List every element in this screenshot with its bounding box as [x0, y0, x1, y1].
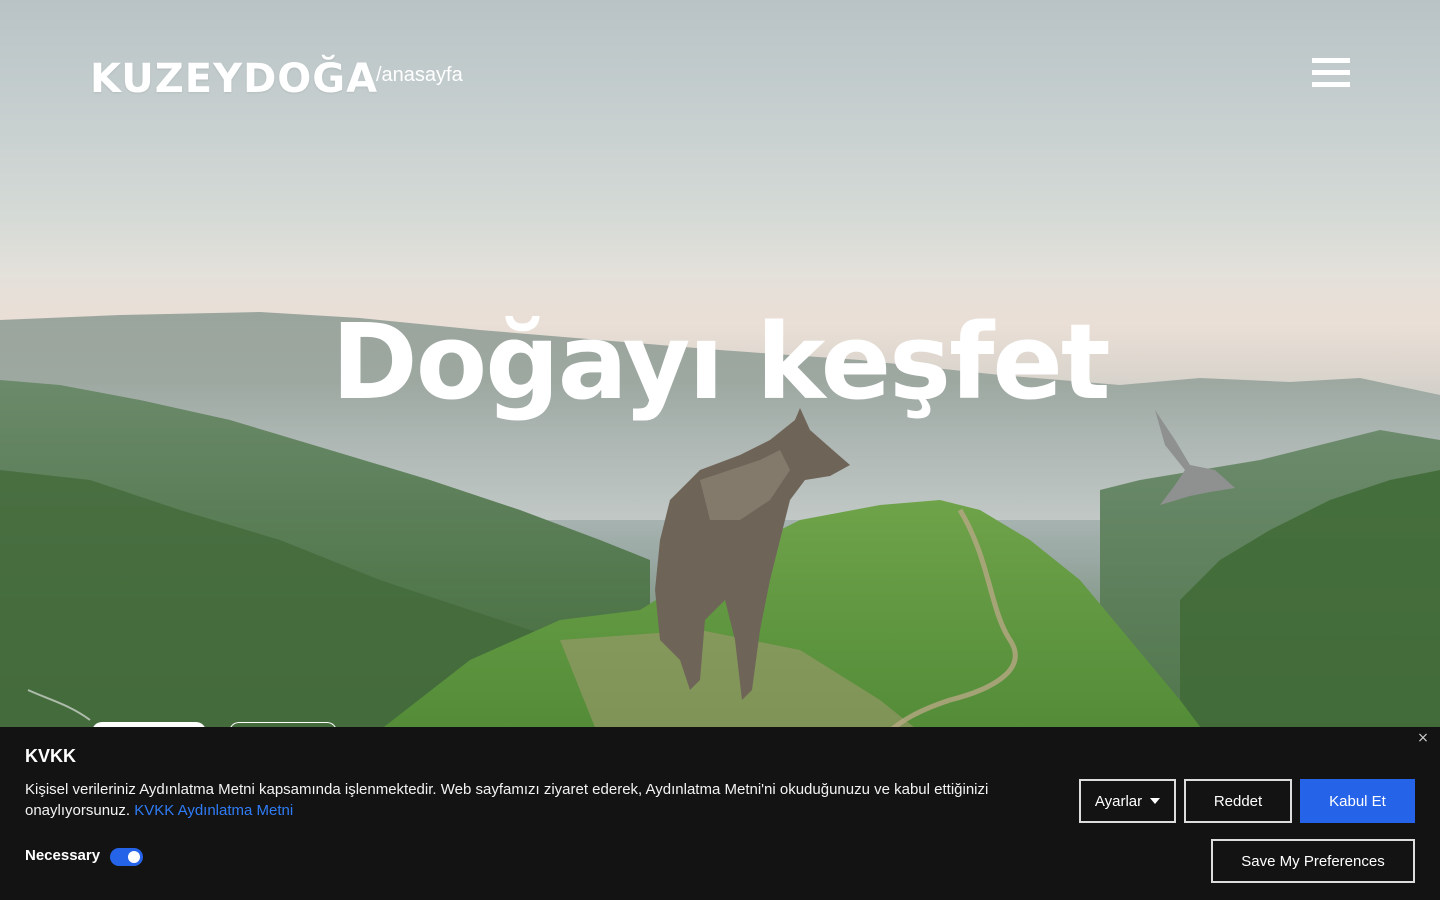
accept-button[interactable]: Kabul Et [1300, 779, 1415, 823]
breadcrumb[interactable]: /anasayfa [376, 64, 463, 87]
save-preferences-button[interactable]: Save My Preferences [1211, 839, 1415, 883]
settings-dropdown-button[interactable]: Ayarlar [1079, 779, 1176, 823]
kvkk-link[interactable]: KVKK Aydınlatma Metni [134, 802, 293, 819]
cookie-banner-title: KVKK [25, 746, 77, 766]
reject-button[interactable]: Reddet [1184, 779, 1292, 823]
hero-title: Doğayı keşfet [331, 301, 1110, 423]
site-logo[interactable]: KUZEYDOĞA [90, 56, 378, 102]
necessary-toggle[interactable] [110, 848, 143, 866]
close-icon[interactable]: × [1414, 729, 1432, 747]
toggle-knob [128, 851, 140, 863]
settings-button-label: Ayarlar [1094, 792, 1143, 810]
caret-down-icon [1150, 798, 1161, 804]
cookie-banner-text: Kişisel verileriniz Aydınlatma Metni kap… [25, 779, 1045, 821]
cookie-banner: × KVKK Kişisel verileriniz Aydınlatma Me… [0, 727, 1440, 900]
necessary-label: Necessary [25, 847, 101, 864]
hamburger-menu-icon[interactable] [1312, 58, 1350, 90]
